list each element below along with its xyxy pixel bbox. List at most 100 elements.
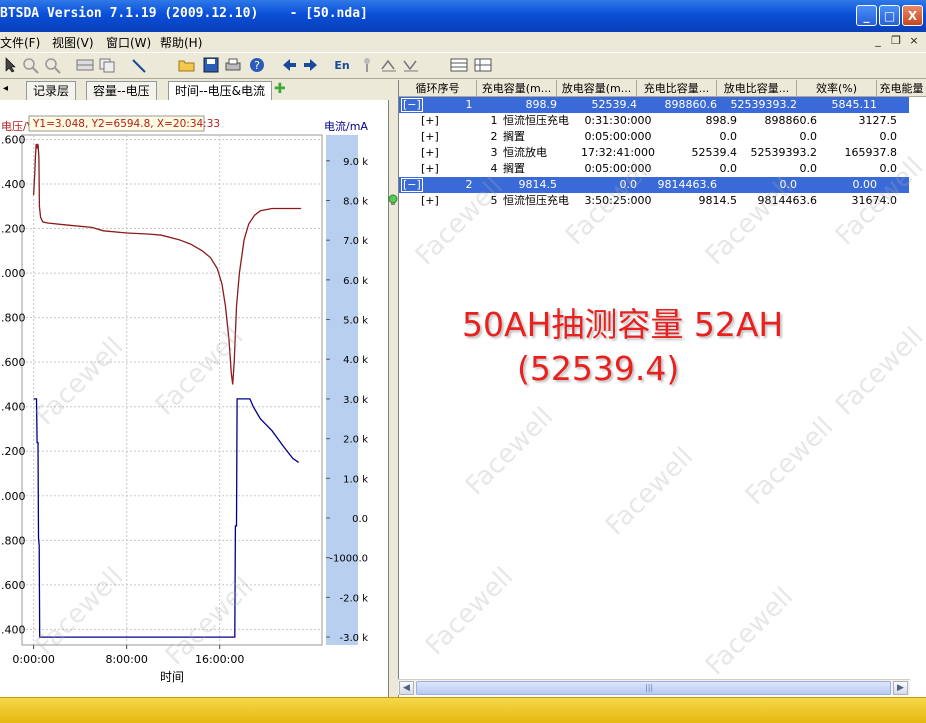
step-capacity: 0.0 [719, 130, 738, 143]
table-edit-icon[interactable] [474, 57, 492, 75]
current-tick-label: 5.0 k [343, 316, 368, 327]
discharge-specific-capacity: 52539393.2 [730, 98, 797, 111]
step-capacity: 9814.5 [698, 194, 738, 207]
discharge-capacity: 0.0 [619, 178, 638, 191]
step-type: 搁置 [503, 130, 525, 143]
step-row[interactable]: [+] 4 搁置 0:05:00:000 0.0 0.0 0.0 [399, 161, 909, 177]
print-icon[interactable] [224, 57, 242, 75]
discharge-icon[interactable] [402, 57, 420, 75]
menu-window[interactable]: 窗口(W) [106, 34, 151, 51]
annotation-capacity-value: (52539.4) [517, 349, 680, 388]
collapse-toggle[interactable]: [−] [401, 178, 423, 192]
step-specific-capacity: 9814463.6 [757, 194, 818, 207]
voltage-tick-label: .600 [1, 356, 26, 369]
minimize-button[interactable]: _ [856, 5, 877, 26]
tab-record-layer[interactable]: 记录层 [26, 81, 77, 100]
column-header[interactable]: 充电比容量... [637, 80, 717, 97]
voltage-tick-label: .800 [1, 534, 26, 547]
step-row[interactable]: [+] 1 恒流恒压充电 0:31:30:000 898.9 898860.6 3127.5 [399, 113, 909, 129]
menu-help[interactable]: 帮助(H) [160, 34, 202, 51]
current-tick-label: -3.0 k [340, 633, 369, 644]
expand-toggle[interactable]: [+] [421, 130, 439, 144]
plot-frame [21, 134, 323, 646]
arrow-left-icon[interactable] [280, 57, 298, 75]
current-tick-label: 9.0 k [343, 157, 368, 168]
zoom-in-icon[interactable] [22, 57, 40, 75]
discharge-capacity: 52539.4 [591, 98, 638, 111]
mdi-restore-button[interactable]: ❐ [888, 33, 904, 49]
window-title: BTSDA Version 7.1.19 (2009.12.10) - [50.… [0, 6, 368, 21]
menu-view[interactable]: 视图(V) [52, 34, 94, 51]
cycle-row[interactable]: [−] 2 9814.5 0.0 9814463.6 0.0 0.00 [399, 177, 909, 193]
title-bar[interactable]: BTSDA Version 7.1.19 (2009.12.10) - [50.… [0, 0, 926, 32]
lightbulb-icon [387, 194, 399, 206]
help-icon[interactable]: ? [248, 57, 266, 75]
discharge-specific-capacity: 0.0 [779, 178, 798, 191]
column-header[interactable]: 充电容量(m... [477, 80, 557, 97]
charge-capacity: 9814.5 [518, 178, 558, 191]
expand-toggle[interactable]: [+] [421, 162, 439, 176]
tab-capacity-voltage[interactable]: 容量--电压 [86, 81, 157, 100]
step-time: 0:05:00:000 [584, 162, 652, 175]
column-header[interactable]: 充电能量 [877, 80, 926, 97]
column-header[interactable]: 循环序号 [399, 80, 477, 97]
x-axis-label: 时间 [160, 670, 184, 684]
charge-icon[interactable] [380, 57, 398, 75]
table-view-icon[interactable] [450, 57, 468, 75]
add-tab-icon[interactable]: ✚ [274, 81, 286, 97]
current-tick-label: 0.0 [352, 514, 368, 525]
pointer-icon[interactable] [2, 57, 20, 75]
voltage-tick-label: .200 [1, 223, 26, 236]
step-type: 恒流恒压充电 [503, 114, 569, 127]
step-type: 恒流恒压充电 [503, 194, 569, 207]
tab-scroll-icon[interactable]: ◂ [3, 83, 8, 94]
collapse-toggle[interactable]: [−] [401, 98, 423, 112]
expand-toggle[interactable]: [+] [421, 114, 439, 128]
step-energy: 3127.5 [858, 114, 898, 127]
arrow-right-icon[interactable] [302, 57, 320, 75]
column-header[interactable]: 放电容量(m... [557, 80, 637, 97]
step-number: 1 [490, 114, 498, 127]
scroll-right-button[interactable]: ▶ [893, 681, 908, 695]
menu-file[interactable]: 文件(F) [0, 34, 40, 51]
step-number: 2 [490, 130, 498, 143]
horizontal-scrollbar[interactable]: ◀ ||| ▶ [398, 679, 910, 695]
x-tick-label: 0:00:00 [12, 653, 54, 666]
scroll-left-button[interactable]: ◀ [399, 681, 414, 695]
maximize-button[interactable]: □ [879, 5, 900, 26]
pin-icon[interactable] [358, 57, 376, 75]
step-number: 5 [490, 194, 498, 207]
save-icon[interactable] [202, 57, 220, 75]
current-tick-label: 3.0 k [343, 395, 368, 406]
voltage-tick-label: .400 [1, 623, 26, 636]
voltage-current-chart[interactable]: .600 .400 .200 .000 .800 .600 .400 .200 .000 .800… [0, 100, 388, 697]
zoom-out-icon[interactable] [44, 57, 62, 75]
status-bar [0, 697, 926, 723]
open-folder-icon[interactable] [178, 57, 196, 75]
x-tick-label: 8:00:00 [105, 653, 147, 666]
current-tick-label: 2.0 k [343, 435, 368, 446]
column-header[interactable]: 效率(%) [797, 80, 877, 97]
cursor-readout: Y1=3.048, Y2=6594.8, X=20:34:33 [32, 118, 220, 130]
grid-icon[interactable] [76, 57, 94, 75]
close-button[interactable]: X [902, 5, 923, 26]
scrollbar-thumb[interactable]: ||| [416, 681, 891, 695]
current-series-line [33, 398, 300, 638]
charge-specific-capacity: 9814463.6 [657, 178, 718, 191]
column-header[interactable]: 放电比容量... [717, 80, 797, 97]
mdi-close-button[interactable]: × [906, 33, 922, 49]
english-icon[interactable]: En [330, 57, 354, 75]
cycle-row[interactable]: [−] 1 898.9 52539.4 898860.6 52539393.2 5845.1… [399, 97, 909, 113]
tab-time-voltage-current[interactable]: 时间--电压&电流 [168, 81, 273, 100]
copy-icon[interactable] [98, 57, 116, 75]
step-row[interactable]: [+] 5 恒流恒压充电 3:50:25:000 9814.5 9814463.6 3167… [399, 193, 909, 209]
line-tool-icon[interactable] [130, 57, 148, 75]
step-number: 4 [490, 162, 498, 175]
step-row[interactable]: [+] 2 搁置 0:05:00:000 0.0 0.0 0.0 [399, 129, 909, 145]
step-row[interactable]: [+] 3 恒流放电 17:32:41:000 52539.4 52539393.2 165… [399, 145, 909, 161]
cycle-number: 1 [465, 98, 473, 111]
table-header: 循环序号 充电容量(m... 放电容量(m... 充电比容量... 放电比容量... 效率… [399, 80, 926, 97]
mdi-minimize-button[interactable]: _ [870, 33, 886, 49]
expand-toggle[interactable]: [+] [421, 194, 439, 208]
expand-toggle[interactable]: [+] [421, 146, 439, 160]
